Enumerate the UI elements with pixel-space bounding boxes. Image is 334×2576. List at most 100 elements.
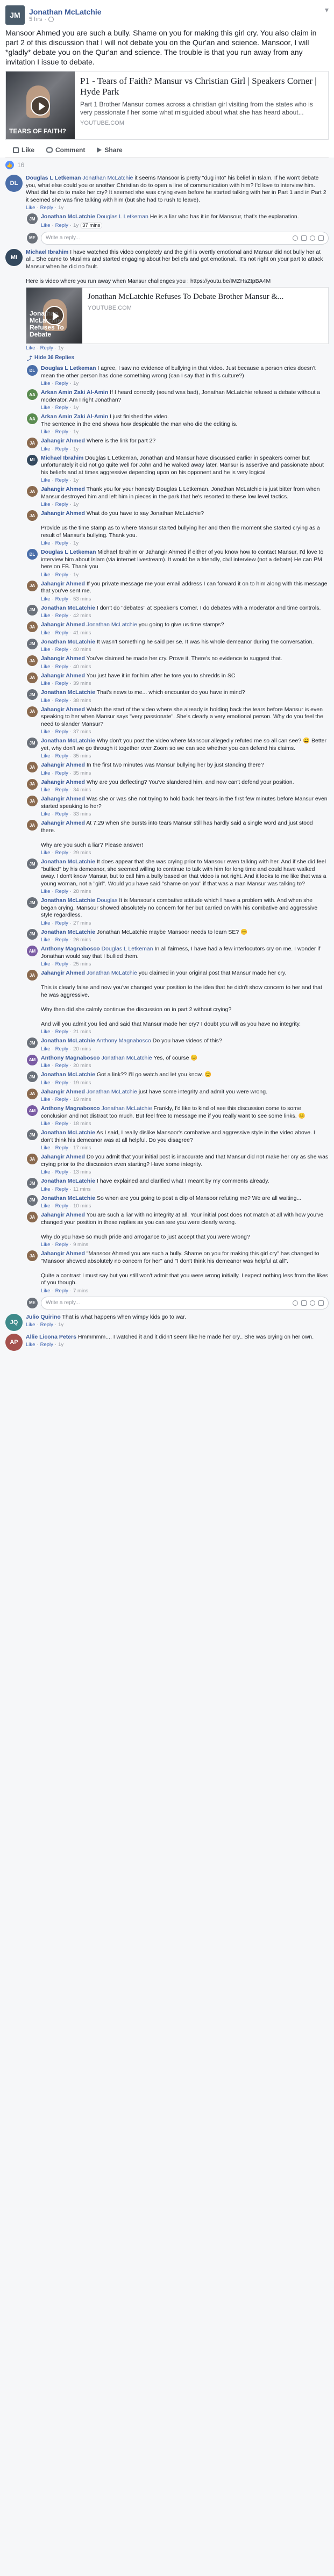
commenter-avatar[interactable]: JM xyxy=(27,604,38,616)
comment-reply-link[interactable]: Reply xyxy=(55,1186,68,1192)
emoji-icon[interactable] xyxy=(293,1300,298,1306)
comment-like-link[interactable]: Like xyxy=(41,1186,50,1192)
comment-like-link[interactable]: Like xyxy=(41,937,50,943)
commenter-name[interactable]: Jahangir Ahmed xyxy=(41,655,85,662)
commenter-avatar[interactable]: AM xyxy=(27,1054,38,1065)
comment-time[interactable]: 35 mins xyxy=(73,770,91,776)
comment-time[interactable]: 1y xyxy=(58,1342,63,1348)
commenter-avatar[interactable]: JA xyxy=(27,1250,38,1261)
commenter-avatar[interactable]: JA xyxy=(27,820,38,831)
commenter-name[interactable]: Jonathan McLatchie xyxy=(41,1071,95,1078)
commenter-avatar[interactable]: JA xyxy=(27,796,38,806)
comment-mention[interactable]: Anthony Magnabosco xyxy=(96,1037,151,1044)
comment-reply-link[interactable]: Reply xyxy=(55,664,68,670)
commenter-name[interactable]: Jonathan McLatchie xyxy=(41,1178,95,1184)
comment-mention[interactable]: Douglas xyxy=(97,897,118,904)
comment-time[interactable]: 20 mins xyxy=(73,1046,91,1052)
comment-reply-link[interactable]: Reply xyxy=(55,502,68,507)
commenter-avatar[interactable]: AM xyxy=(27,1105,38,1116)
commenter-name[interactable]: Douglas L Letkeman xyxy=(41,549,96,555)
comment-time[interactable]: 19 mins xyxy=(73,1097,91,1103)
comment-reply-link[interactable]: Reply xyxy=(55,1203,68,1209)
sticker-icon[interactable] xyxy=(318,235,324,241)
comment-like-link[interactable]: Like xyxy=(41,223,50,228)
comment-like-link[interactable]: Like xyxy=(41,1288,50,1294)
commenter-name[interactable]: Jonathan McLatchie xyxy=(41,1195,95,1201)
comment-reply-link[interactable]: Reply xyxy=(55,1242,68,1248)
comment-like-link[interactable]: Like xyxy=(41,850,50,856)
comment-mention[interactable]: Jonathan McLatchie xyxy=(82,175,133,181)
commenter-name[interactable]: Douglas L Letkeman xyxy=(26,175,81,181)
comment-like-link[interactable]: Like xyxy=(41,1169,50,1175)
comment-like-link[interactable]: Like xyxy=(41,753,50,759)
comment-time[interactable]: 34 mins xyxy=(73,787,91,793)
comment-time[interactable]: 41 mins xyxy=(73,630,91,636)
comment-likes[interactable]: 37 mins xyxy=(80,221,103,229)
commenter-name[interactable]: Jahangir Ahmed xyxy=(41,706,85,713)
commenter-avatar[interactable]: JA xyxy=(27,580,38,591)
comment-time[interactable]: 1y xyxy=(73,477,79,483)
comment-reply-link[interactable]: Reply xyxy=(55,961,68,967)
comment-time[interactable]: 1y xyxy=(73,446,79,452)
comment-reply-link[interactable]: Reply xyxy=(55,1288,68,1294)
comment-time[interactable]: 1y xyxy=(73,502,79,507)
comment-like-link[interactable]: Like xyxy=(41,1121,50,1127)
comment-time[interactable]: 10 mins xyxy=(73,1203,91,1209)
embed-thumbnail[interactable]: Jonathan McLatchie Refuses To Debate xyxy=(26,288,82,344)
commenter-name[interactable]: Jahangir Ahmed xyxy=(41,672,85,679)
commenter-avatar[interactable]: JM xyxy=(27,738,38,748)
comment-like-link[interactable]: Like xyxy=(41,446,50,452)
comment-time[interactable]: 20 mins xyxy=(73,1063,91,1069)
comment-reply-link[interactable]: Reply xyxy=(55,477,68,483)
commenter-name[interactable]: Anthony Magnabosco xyxy=(41,946,100,952)
comment-time[interactable]: 1y xyxy=(73,405,79,411)
comment-mention[interactable]: Jonathan McLatchie xyxy=(102,1055,152,1061)
commenter-avatar[interactable]: DL xyxy=(27,365,38,376)
comment-time[interactable]: 1y xyxy=(73,429,79,435)
comment-mention[interactable]: Jonathan McLatchie xyxy=(102,1105,152,1112)
commenter-name[interactable]: Jonathan McLatchie xyxy=(41,738,95,744)
comment-like-link[interactable]: Like xyxy=(41,630,50,636)
comment-time[interactable]: 25 mins xyxy=(73,961,91,967)
commenter-name[interactable]: Jonathan McLatchie xyxy=(41,639,95,645)
link-title[interactable]: P1 - Tears of Faith? Mansur vs Christian… xyxy=(80,76,323,97)
comment-like-link[interactable]: Like xyxy=(41,429,50,435)
comment-like-link[interactable]: Like xyxy=(41,405,50,411)
comment-like-link[interactable]: Like xyxy=(41,664,50,670)
camera-icon[interactable] xyxy=(301,1300,307,1306)
comment-reply-link[interactable]: Reply xyxy=(55,596,68,602)
commenter-name[interactable]: Jonathan McLatchie xyxy=(41,1037,95,1044)
comment-time[interactable]: 38 mins xyxy=(73,698,91,704)
commenter-name[interactable]: Jonathan McLatchie xyxy=(41,213,95,220)
commenter-name[interactable]: Jonathan McLatchie xyxy=(41,1129,95,1136)
comment-mention[interactable]: Jonathan McLatchie xyxy=(87,1089,137,1095)
commenter-name[interactable]: Arkan Amin Zaki Al-Amin xyxy=(41,389,108,396)
commenter-name[interactable]: Jonathan McLatchie xyxy=(41,858,95,865)
comment-like-link[interactable]: Like xyxy=(41,729,50,735)
comment-time[interactable]: 11 mins xyxy=(73,1186,91,1192)
comment-like-link[interactable]: Like xyxy=(41,540,50,546)
reaction-summary[interactable]: 👍 16 xyxy=(0,158,334,173)
commenter-avatar[interactable]: JA xyxy=(27,510,38,521)
play-icon[interactable] xyxy=(31,96,50,116)
comment-like-link[interactable]: Like xyxy=(26,345,35,351)
comment-like-link[interactable]: Like xyxy=(41,961,50,967)
comment-reply-link[interactable]: Reply xyxy=(55,753,68,759)
comment-reply-link[interactable]: Reply xyxy=(55,630,68,636)
comment-reply-link[interactable]: Reply xyxy=(55,572,68,578)
like-button[interactable]: Like xyxy=(13,146,34,154)
commenter-name[interactable]: Jahangir Ahmed xyxy=(41,1089,85,1095)
commenter-avatar[interactable]: JM xyxy=(27,638,38,649)
comment-reply-link[interactable]: Reply xyxy=(55,446,68,452)
commenter-avatar[interactable]: JM xyxy=(27,858,38,869)
comment-like-link[interactable]: Like xyxy=(41,1203,50,1209)
comment-reply-link[interactable]: Reply xyxy=(55,698,68,704)
commenter-avatar[interactable]: JA xyxy=(27,1154,38,1164)
hide-replies-link[interactable]: ⤴ Hide 36 Replies xyxy=(27,354,329,362)
link-preview-card[interactable]: TEARS OF FAITH? P1 - Tears of Faith? Man… xyxy=(5,71,329,140)
comment-like-link[interactable]: Like xyxy=(41,787,50,793)
commenter-avatar[interactable]: JM xyxy=(27,689,38,700)
commenter-name[interactable]: Jahangir Ahmed xyxy=(41,779,85,785)
comment-time[interactable]: 42 mins xyxy=(73,613,91,619)
sticker-icon[interactable] xyxy=(318,1300,324,1306)
